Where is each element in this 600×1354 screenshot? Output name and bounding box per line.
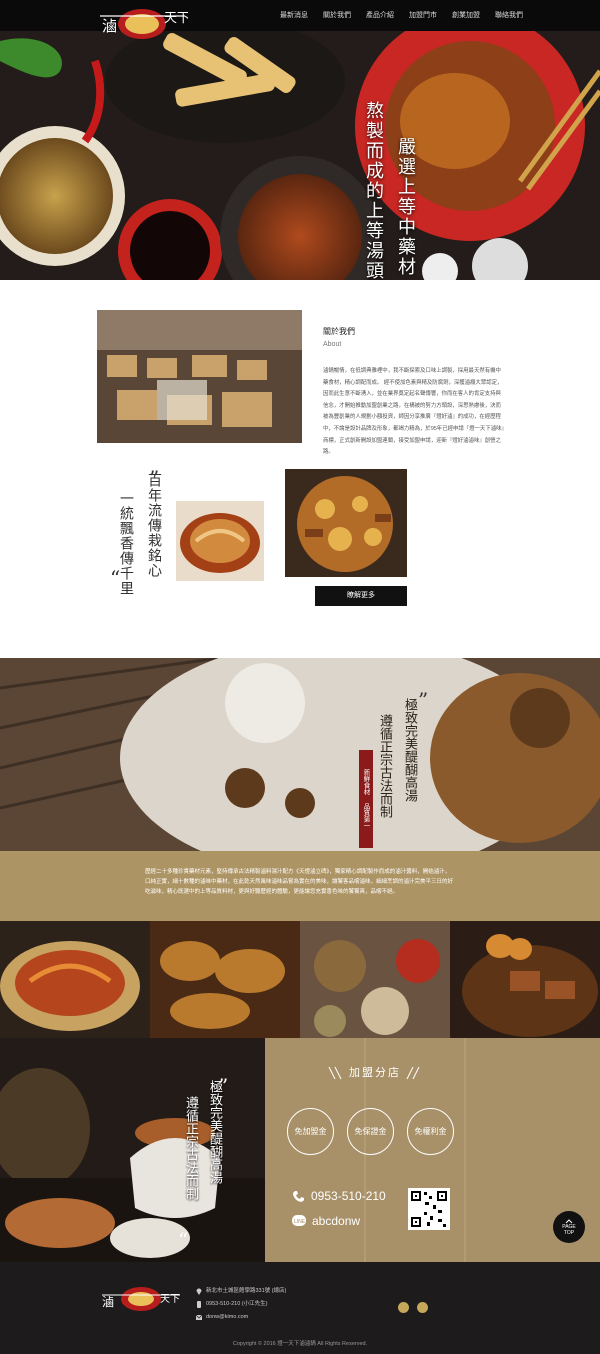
clay-pot-photo: ” 極致完美醍醐高湯 遵循正宗古法而制 “ <box>0 1038 265 1262</box>
product-photo-1 <box>0 921 150 1038</box>
product-photo-4 <box>450 921 600 1038</box>
brand-logo[interactable]: 滷 天下 <box>96 2 188 42</box>
quote-close-icon: “ <box>178 1228 189 1252</box>
svg-text:滷: 滷 <box>102 17 117 35</box>
copyright-text: Copyright © 2016 燈一天下滷滷鍋 All Rights Rese… <box>232 1341 368 1347</box>
mail-icon <box>196 1314 202 1320</box>
story-banner: ” 極致完美醍醐高湯 遵循正宗古法而制 新鮮食材 品質第一 <box>0 658 600 851</box>
quote-open-icon: ” <box>149 466 160 490</box>
phone-icon <box>293 1190 304 1202</box>
hero-slogan: 熬製而成的上等湯頭 嚴選上等中藥材 <box>360 101 418 280</box>
svg-text:滷: 滷 <box>102 1295 114 1309</box>
nav-stores[interactable]: 加盟門市 <box>409 10 437 20</box>
product-photo-strip <box>0 921 600 1038</box>
story-background-image <box>0 658 600 851</box>
page-top-label: PAGE TOP <box>562 1223 576 1236</box>
clay-pot-poem: 極致完美醍醐高湯 遵循正宗古法而制 <box>181 1080 224 1200</box>
svg-text:天下: 天下 <box>160 1294 180 1305</box>
top-navbar: 最新消息 關於我們 產品介紹 加盟門市 創業加盟 聯絡我們 <box>0 0 600 31</box>
hero-line-2: 嚴選上等中藥材 <box>395 137 416 277</box>
line-icon: LINE <box>292 1215 306 1226</box>
location-icon <box>196 1288 202 1295</box>
hero-line-1: 熬製而成的上等湯頭 <box>363 101 384 280</box>
qr-code[interactable] <box>408 1188 450 1230</box>
phone-number: 0953-510-210 <box>311 1189 386 1203</box>
about-poem: 百年流傳栽銘心 一統飄香傳千里 <box>116 473 164 596</box>
perk-no-franchise-fee[interactable]: 免加盟金 <box>287 1108 334 1155</box>
hero-banner: 熬製而成的上等湯頭 嚴選上等中藥材 <box>0 31 600 280</box>
nav-about[interactable]: 關於我們 <box>323 10 351 20</box>
footer-email[interactable]: donw@kimo.com <box>206 1311 248 1324</box>
footer-address: 新北市土城區館學路331號 (總店) <box>206 1288 287 1294</box>
franchise-title: 加盟分店 <box>349 1066 401 1079</box>
about-subheading: About <box>323 341 342 348</box>
site-footer: 滷 天下 新北市土城區館學路331號 (總店) 0953-510-210 (小江… <box>0 1262 600 1354</box>
poem-line-2: 遵循正宗古法而制 <box>377 714 392 818</box>
poem-line-1: 極致完美醍醐高湯 <box>402 698 417 802</box>
quote-close-icon: “ <box>110 566 121 590</box>
quality-badge: 新鮮食材 品質第一 <box>359 750 373 848</box>
footer-logo[interactable]: 滷 天下 <box>100 1284 182 1314</box>
nav-contact[interactable]: 聯絡我們 <box>495 10 523 20</box>
hero-food-image <box>0 31 600 280</box>
story-text-band: 歷經二十多種珍貴藥材元素，堅持傳承古法精製滷料湯汁配方《天燈滷立碑》，獨家精心調… <box>0 851 600 921</box>
perk-no-deposit[interactable]: 免保證金 <box>347 1108 394 1155</box>
franchise-line[interactable]: LINE abcdonw <box>292 1214 360 1228</box>
story-poem: 極致完美醍醐高湯 遵循正宗古法而制 <box>375 698 419 818</box>
story-body-text: 歷經二十多種珍貴藥材元素，堅持傳承古法精製滷料湯汁配方《天燈滷立碑》，獨家精心調… <box>145 869 454 895</box>
herbs-photo <box>285 469 407 577</box>
footer-contact: 新北市土城區館學路331號 (總店) 0953-510-210 (小江先生) d… <box>196 1285 286 1324</box>
svg-text:LINE: LINE <box>294 1219 306 1225</box>
quote-open-icon: ” <box>418 688 429 712</box>
poem-line-2: 遵循正宗古法而制 <box>183 1096 198 1200</box>
phone-icon <box>197 1301 201 1308</box>
line-id: abcdonw <box>312 1214 361 1228</box>
product-photo-2 <box>150 921 300 1038</box>
product-photo-3 <box>300 921 450 1038</box>
clay-pot-image <box>0 1038 265 1262</box>
nav-news[interactable]: 最新消息 <box>280 10 308 20</box>
slash-left-icon <box>328 1066 342 1080</box>
perk-no-royalty[interactable]: 免權利金 <box>407 1108 454 1155</box>
noodle-bowl-photo <box>176 501 264 581</box>
about-section: 關於我們 About 滷鍋暢情，在低調典雅裡中，我不斷探索及口味上調製，採用最天… <box>0 280 600 658</box>
poem-line-1: 百年流傳栽銘心 <box>146 473 162 578</box>
svg-text:天下: 天下 <box>164 11 188 26</box>
about-shop-photo <box>97 310 302 443</box>
footer-phone: 0953-510-210 (小江先生) <box>206 1301 268 1307</box>
poem-line-1: 極致完美醍醐高湯 <box>207 1080 222 1184</box>
about-heading: 關於我們 <box>323 327 355 336</box>
main-menu: 最新消息 關於我們 產品介紹 加盟門市 創業加盟 聯絡我們 <box>280 10 523 20</box>
instagram-icon[interactable] <box>417 1302 428 1313</box>
facebook-icon[interactable] <box>398 1302 409 1313</box>
nav-products[interactable]: 產品介紹 <box>366 10 394 20</box>
about-body-text: 滷鍋暢情，在低調典雅裡中，我不斷探索及口味上調製，採用最天然有機中藥食材，精心調… <box>323 368 505 456</box>
franchise-section: 加盟分店 免加盟金 免保證金 免權利金 0953-510-210 LINE ab… <box>265 1038 600 1262</box>
page-top-button[interactable]: PAGE TOP <box>553 1211 585 1243</box>
nav-franchise[interactable]: 創業加盟 <box>452 10 480 20</box>
franchise-phone[interactable]: 0953-510-210 <box>292 1189 386 1203</box>
learn-more-button[interactable]: 瞭解更多 <box>315 586 407 606</box>
slash-right-icon <box>406 1066 420 1080</box>
